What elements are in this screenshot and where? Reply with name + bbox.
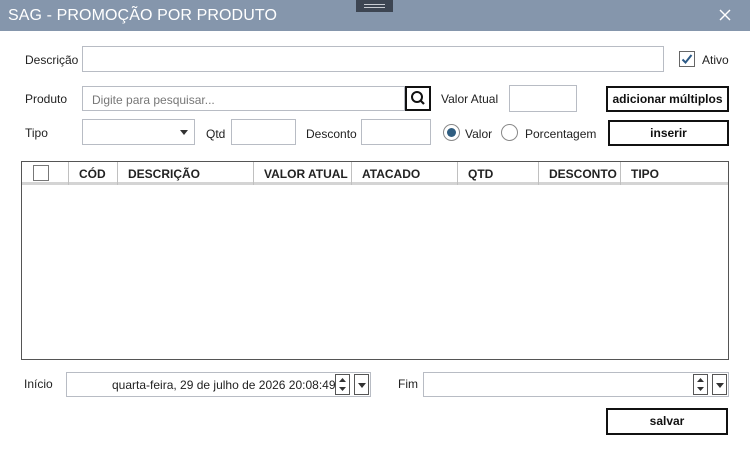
tipo-label: Tipo: [25, 126, 48, 140]
column-header-label: DESCONTO: [549, 167, 617, 181]
window-title: SAG - PROMOÇÃO POR PRODUTO: [8, 7, 277, 24]
valor-atual-field[interactable]: [509, 85, 577, 112]
fim-dropdown-button[interactable]: [712, 374, 727, 395]
produto-label: Produto: [25, 92, 68, 106]
column-header-label: VALOR ATUAL: [264, 167, 348, 181]
spin-up-icon[interactable]: [336, 375, 349, 385]
porcentagem-radio[interactable]: [501, 124, 518, 141]
desconto-label: Desconto: [306, 127, 357, 141]
chevron-down-icon: [180, 130, 188, 135]
column-header-label: QTD: [468, 167, 494, 181]
inicio-label: Início: [24, 377, 53, 391]
select-all-column: [22, 162, 69, 185]
inicio-dropdown-button[interactable]: [354, 374, 369, 395]
desconto-input[interactable]: [361, 119, 431, 145]
spin-up-icon[interactable]: [694, 375, 707, 385]
column-header-atacado[interactable]: ATACADO: [352, 162, 458, 185]
fim-spinner[interactable]: [693, 374, 708, 395]
valor-atual-label: Valor Atual: [441, 92, 499, 106]
title-bar: SAG - PROMOÇÃO POR PRODUTO: [0, 0, 750, 31]
porcentagem-radio-label: Porcentagem: [525, 127, 597, 141]
ativo-label: Ativo: [702, 53, 729, 67]
column-header-desconto[interactable]: DESCONTO: [539, 162, 621, 185]
products-grid[interactable]: CÓD DESCRIÇÃO VALOR ATUAL ATACADO QTD DE…: [21, 161, 729, 360]
produto-placeholder: Digite para pesquisar...: [92, 93, 215, 107]
column-header-qtd[interactable]: QTD: [458, 162, 539, 185]
descricao-input[interactable]: [82, 46, 664, 72]
column-header-label: ATACADO: [362, 167, 421, 181]
tipo-select[interactable]: [82, 119, 195, 145]
qtd-label: Qtd: [206, 127, 226, 141]
column-header-label: DESCRIÇÃO: [128, 167, 201, 181]
spin-down-icon[interactable]: [694, 385, 707, 395]
chevron-down-icon: [716, 383, 724, 388]
select-all-checkbox[interactable]: [33, 165, 49, 181]
column-header-cod[interactable]: CÓD: [69, 162, 118, 185]
column-header-descricao[interactable]: DESCRIÇÃO: [118, 162, 254, 185]
inicio-value: quarta-feira, 29 de julho de 2026 20:08:…: [112, 378, 336, 392]
ativo-checkbox[interactable]: [679, 51, 695, 67]
fim-label: Fim: [398, 377, 418, 391]
inserir-button[interactable]: inserir: [608, 120, 729, 146]
inicio-datetime-picker[interactable]: quarta-feira, 29 de julho de 2026 20:08:…: [66, 372, 371, 397]
fim-datetime-picker[interactable]: [423, 372, 729, 397]
inicio-spinner[interactable]: [335, 374, 350, 395]
search-icon: [411, 91, 425, 105]
grid-header: CÓD DESCRIÇÃO VALOR ATUAL ATACADO QTD DE…: [22, 162, 728, 185]
column-header-valor-atual[interactable]: VALOR ATUAL: [254, 162, 352, 185]
salvar-button[interactable]: salvar: [606, 408, 728, 435]
valor-radio[interactable]: [443, 124, 460, 141]
checkmark-icon: [681, 54, 693, 64]
close-icon[interactable]: [716, 6, 734, 24]
drag-handle[interactable]: [356, 0, 393, 12]
column-header-label: CÓD: [79, 167, 106, 181]
column-header-label: TIPO: [631, 167, 660, 181]
qtd-input[interactable]: [231, 119, 296, 145]
chevron-down-icon: [358, 383, 366, 388]
spin-down-icon[interactable]: [336, 385, 349, 395]
column-header-tipo[interactable]: TIPO: [621, 162, 728, 185]
produto-search-input[interactable]: Digite para pesquisar...: [82, 86, 405, 111]
descricao-label: Descrição: [25, 53, 79, 67]
valor-radio-label: Valor: [465, 127, 493, 141]
adicionar-multiplos-button[interactable]: adicionar múltiplos: [606, 86, 729, 112]
search-button[interactable]: [405, 86, 431, 111]
